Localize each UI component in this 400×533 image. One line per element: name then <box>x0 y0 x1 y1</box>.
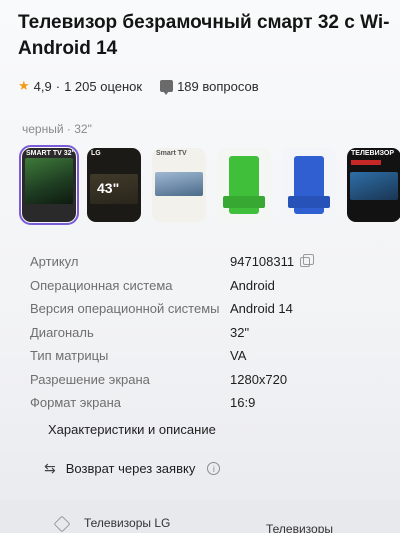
product-title-line2: Android 14 <box>18 38 118 59</box>
package-image <box>288 156 330 214</box>
star-icon: ★ <box>18 78 30 93</box>
variant-label: черный · 32" <box>22 122 92 136</box>
thumbnail-size: 43" <box>97 180 120 196</box>
spec-row: Артикул 947108311 <box>30 250 390 274</box>
return-label[interactable]: Возврат через заявку <box>66 461 196 476</box>
thumbnail-2[interactable]: LG 43" <box>87 148 141 222</box>
spec-value: Android 14 <box>230 301 293 317</box>
thumbnail-screen <box>25 158 73 204</box>
spec-row: Диагональ 32" <box>30 321 390 345</box>
spec-value: 32" <box>230 324 250 340</box>
thumbnail-label: Smart TV <box>156 150 187 157</box>
thumbnail-badge <box>351 160 381 165</box>
spec-key: Диагональ <box>30 324 94 340</box>
package-image <box>223 156 265 214</box>
spec-key: Разрешение экрана <box>30 371 150 387</box>
spec-value: 1280x720 <box>230 371 288 387</box>
spec-row: Разрешение экрана 1280x720 <box>30 368 390 392</box>
rating-separator: · <box>55 78 61 94</box>
characteristics-link[interactable]: Характеристики и описание <box>48 422 216 437</box>
spec-key: Операционная система <box>30 277 173 293</box>
question-icon <box>160 80 174 95</box>
variant-thumbnails: SMART TV 32" LG 43" Smart TV ТЕЛЕВИЗОР <box>19 145 400 225</box>
spec-value: Android <box>230 277 275 293</box>
spec-row: Тип матрицы VA <box>30 344 390 368</box>
specs-table: Артикул 947108311 Операционная система A… <box>30 250 390 415</box>
info-icon[interactable]: i <box>207 462 221 475</box>
thumbnail-4[interactable] <box>217 148 271 222</box>
spec-row: Формат экрана 16:9 <box>30 391 390 415</box>
rating-row[interactable]: ★ 4,9 · 1 205 оценок 189 вопросов <box>18 78 259 95</box>
reviews-count[interactable]: 1 205 оценок <box>64 79 142 94</box>
thumbnail-screen <box>155 172 203 196</box>
category-link-1[interactable]: Телевизоры LG <box>84 516 170 530</box>
thumbnail-6[interactable]: ТЕЛЕВИЗОР <box>347 148 400 222</box>
spec-value: 16:9 <box>230 395 256 411</box>
copy-icon[interactable] <box>300 253 315 267</box>
thumbnail-1[interactable]: SMART TV 32" <box>19 145 79 225</box>
thumbnail-5[interactable] <box>282 148 336 222</box>
spec-key: Артикул <box>30 254 79 270</box>
spec-key: Тип матрицы <box>30 348 109 364</box>
questions-count[interactable]: 189 вопросов <box>177 79 259 94</box>
product-title-line1: Телевизор безрамочный смарт 32 с Wi- <box>18 12 390 33</box>
product-page: Телевизор безрамочный смарт 32 с Wi- And… <box>0 0 400 533</box>
thumbnail-label: LG <box>91 150 101 157</box>
spec-key: Версия операционной системы <box>30 301 220 317</box>
spec-value: 947108311 <box>230 253 315 270</box>
thumbnail-label: ТЕЛЕВИЗОР <box>351 150 395 157</box>
return-icon: ⇆ <box>44 460 56 476</box>
spec-row: Операционная система Android <box>30 274 390 298</box>
article-number: 947108311 <box>230 254 295 270</box>
rating-value: 4,9 <box>33 78 52 94</box>
spec-value: VA <box>230 348 247 364</box>
product-title: Телевизор безрамочный смарт 32 с Wi- And… <box>18 10 400 62</box>
category-link-2[interactable]: Телевизоры <box>266 522 333 533</box>
spec-key: Формат экрана <box>30 395 121 411</box>
thumbnail-screen <box>350 172 398 200</box>
thumbnail-label: SMART TV 32" <box>26 150 75 157</box>
return-policy[interactable]: ⇆ Возврат через заявку i <box>44 460 221 477</box>
thumbnail-3[interactable]: Smart TV <box>152 148 206 222</box>
spec-row: Версия операционной системы Android 14 <box>30 297 390 321</box>
